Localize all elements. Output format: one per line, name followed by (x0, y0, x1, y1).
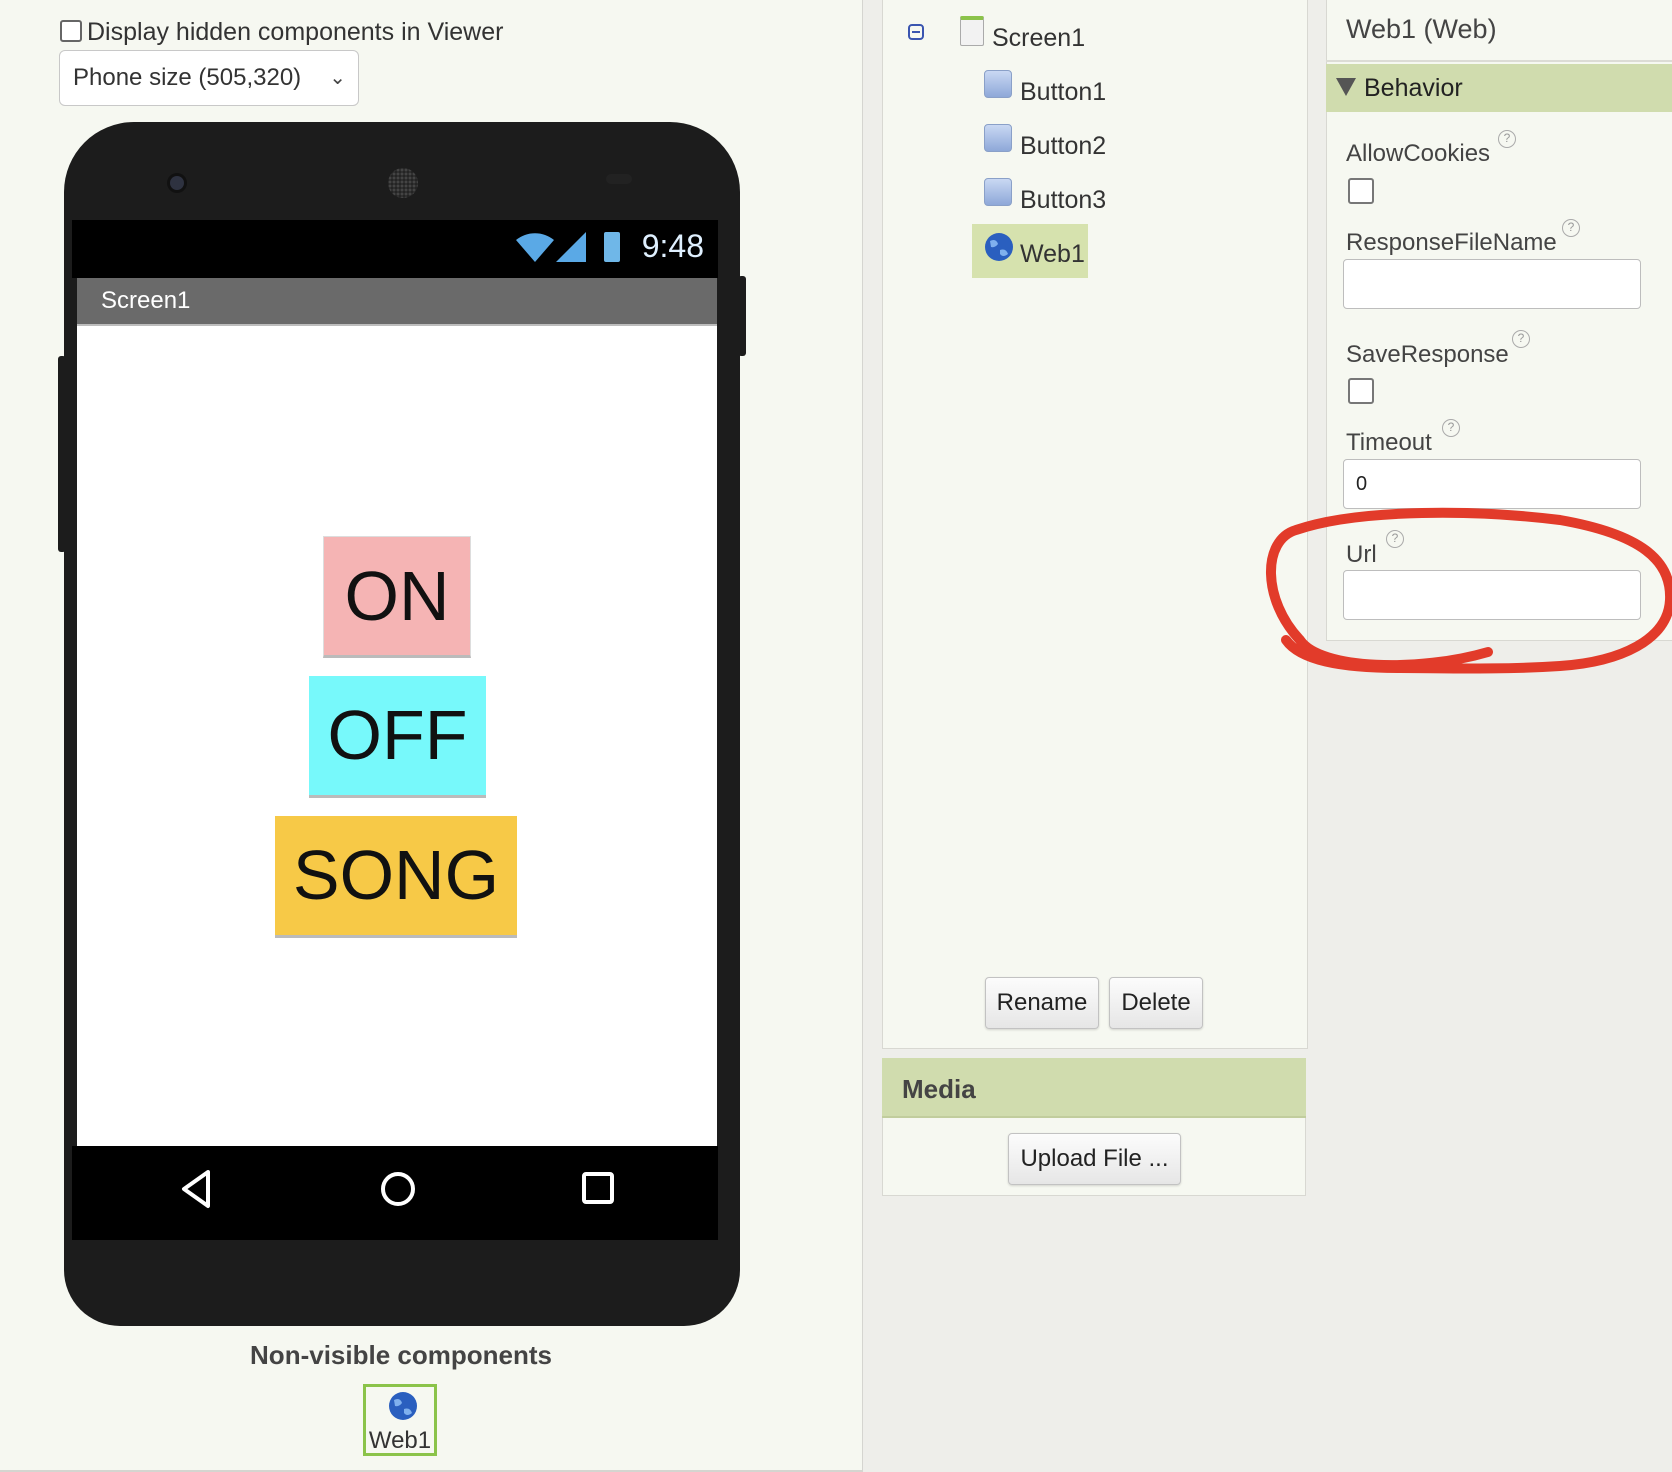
battery-icon (604, 232, 620, 262)
recents-icon[interactable] (578, 1168, 618, 1210)
signal-icon (556, 232, 586, 262)
delete-button[interactable]: Delete (1109, 977, 1203, 1029)
tree-item-button2[interactable]: Button2 (1020, 132, 1106, 161)
globe-icon (389, 1392, 417, 1420)
triangle-down-icon (1336, 78, 1356, 96)
save-response-checkbox[interactable] (1348, 378, 1374, 404)
off-button[interactable]: OFF (309, 676, 486, 798)
on-button[interactable]: ON (323, 536, 471, 658)
button-icon (984, 70, 1012, 98)
home-icon[interactable] (378, 1168, 418, 1210)
display-hidden-label: Display hidden components in Viewer (87, 18, 504, 46)
divider (1326, 60, 1672, 62)
chevron-down-icon: ⌄ (329, 67, 346, 89)
timeout-label: Timeout (1346, 429, 1432, 456)
response-file-label: ResponseFileName (1346, 229, 1557, 256)
button-icon (984, 178, 1012, 206)
button-icon (984, 124, 1012, 152)
tree-item-button3[interactable]: Button3 (1020, 186, 1106, 215)
non-visible-web1-label: Web1 (368, 1427, 432, 1454)
collapse-icon[interactable] (908, 24, 924, 40)
song-button[interactable]: SONG (275, 816, 517, 938)
phone-status-bar: 9:48 (72, 220, 718, 278)
status-time: 9:48 (641, 228, 704, 264)
tree-item-screen1[interactable]: Screen1 (992, 24, 1085, 53)
media-header: Media (882, 1058, 1306, 1118)
allow-cookies-label: AllowCookies (1346, 140, 1491, 167)
save-response-label: SaveResponse (1346, 341, 1509, 368)
rename-button[interactable]: Rename (985, 977, 1099, 1029)
globe-icon (985, 233, 1013, 261)
display-hidden-checkbox[interactable] (60, 20, 82, 42)
upload-file-button[interactable]: Upload File ... (1008, 1133, 1181, 1185)
screen-title-bar: Screen1 (77, 278, 717, 326)
phone-size-value: Phone size (505,320) (73, 64, 302, 91)
help-icon[interactable]: ? (1498, 130, 1516, 148)
url-label: Url (1346, 541, 1377, 568)
help-icon[interactable]: ? (1386, 530, 1404, 548)
wifi-icon (516, 233, 554, 262)
phone-size-select[interactable]: Phone size (505,320) ⌄ (59, 50, 359, 106)
media-title: Media (902, 1074, 976, 1104)
properties-title: Web1 (Web) (1346, 14, 1497, 44)
non-visible-web1[interactable]: Web1 (363, 1384, 437, 1456)
tree-item-button1[interactable]: Button1 (1020, 78, 1106, 107)
camera-icon (170, 176, 184, 190)
back-icon[interactable] (178, 1168, 214, 1210)
phone-nav-bar (72, 1146, 718, 1240)
help-icon[interactable]: ? (1512, 330, 1530, 348)
screen-title: Screen1 (101, 287, 191, 314)
sensor-icon (606, 174, 632, 184)
non-visible-label: Non-visible components (250, 1340, 552, 1370)
help-icon[interactable]: ? (1562, 219, 1580, 237)
help-icon[interactable]: ? (1442, 419, 1460, 437)
url-input[interactable] (1343, 570, 1641, 620)
speaker-icon (388, 168, 418, 198)
tree-item-web1[interactable]: Web1 (1020, 240, 1085, 269)
allow-cookies-checkbox[interactable] (1348, 178, 1374, 204)
behavior-section-header[interactable]: Behavior (1326, 64, 1672, 112)
behavior-section-label: Behavior (1364, 74, 1463, 102)
response-file-input[interactable] (1343, 259, 1641, 309)
timeout-input[interactable] (1343, 459, 1641, 509)
screen-icon (960, 16, 984, 46)
